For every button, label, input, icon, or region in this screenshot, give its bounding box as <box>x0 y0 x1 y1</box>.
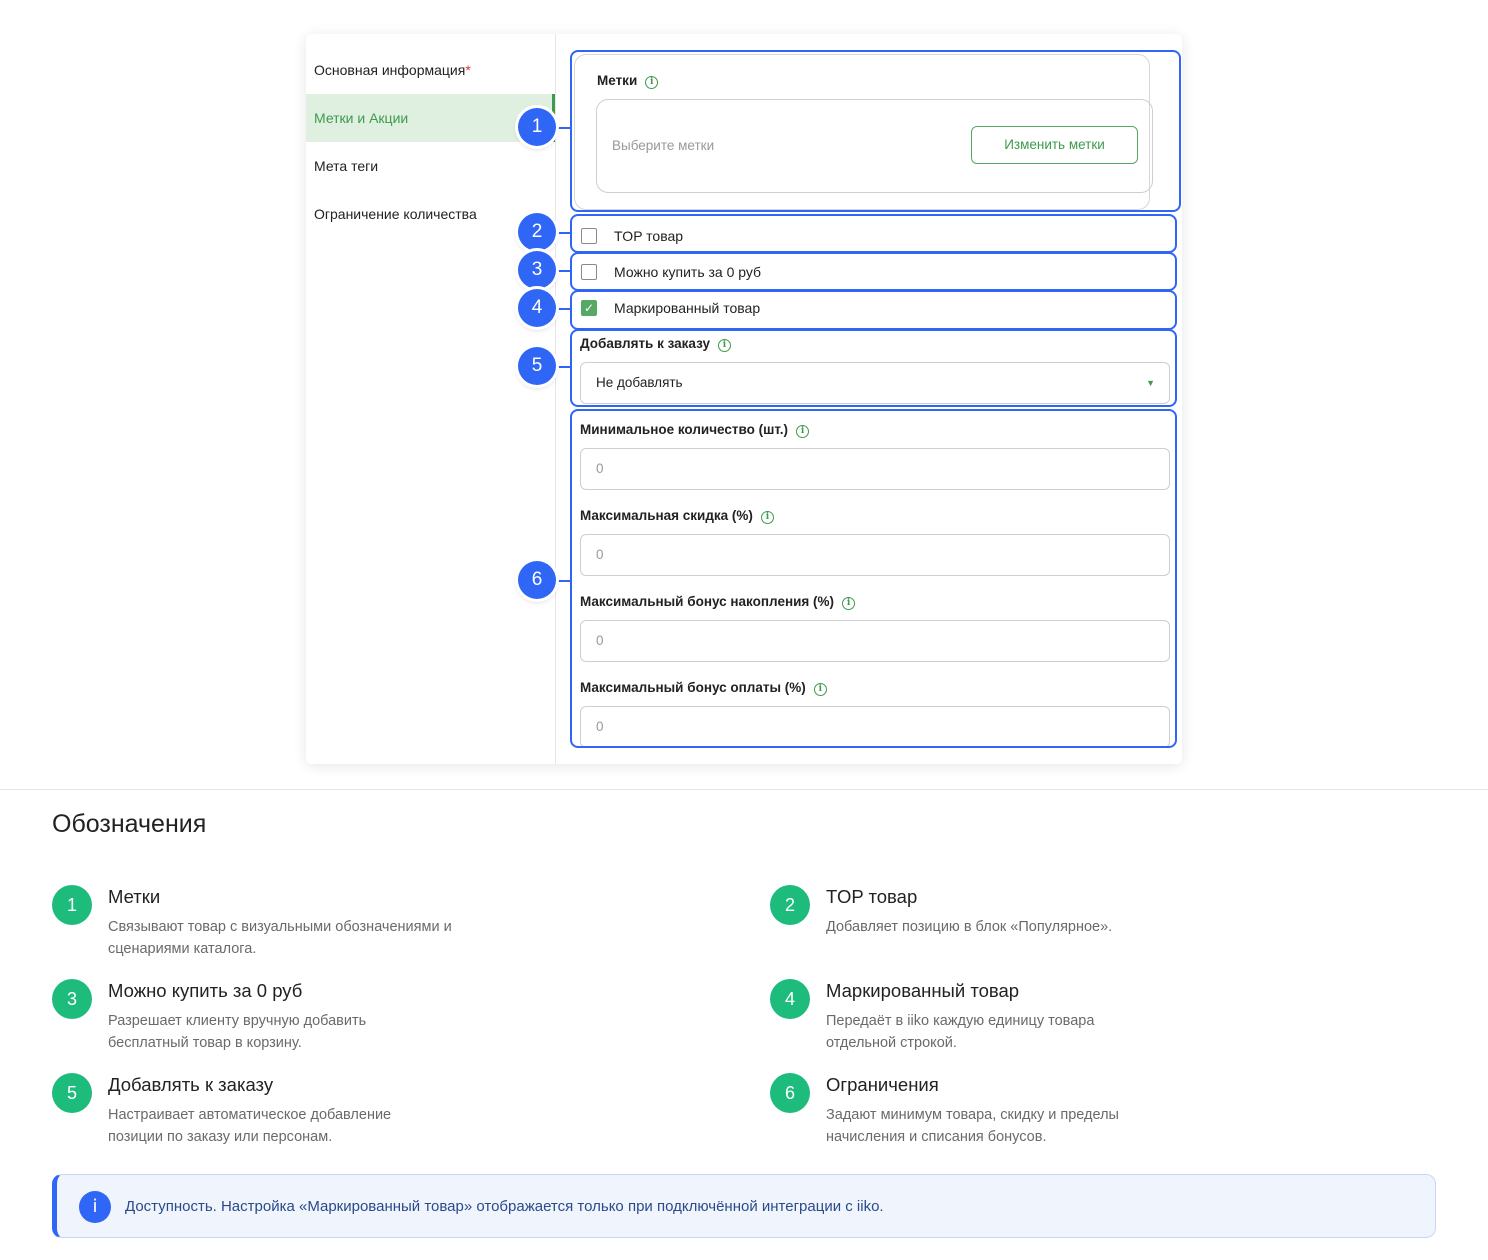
connector-6 <box>556 580 572 582</box>
legend-desc-5: Настраивает автоматическое добавление по… <box>108 1107 392 1145</box>
legend-badge-4: 4 <box>770 979 810 1019</box>
connector-3 <box>556 270 572 272</box>
sidebar-item-label: Метки и Акции <box>314 110 409 126</box>
legend-desc-4: Передаёт в iiko каждую единицу товара от… <box>826 1013 1095 1051</box>
sidebar-item-label: Основная информация <box>314 62 466 78</box>
sidebar-item-label: Мета теги <box>314 158 379 174</box>
highlight-top-item <box>570 214 1177 253</box>
highlight-tags <box>570 50 1181 212</box>
note-text: Доступность. Настройка «Маркированный то… <box>125 1198 884 1215</box>
connector-1 <box>556 127 572 129</box>
sidebar-item-tags-promotions[interactable]: Метки и Акции <box>306 94 555 142</box>
legend-title-5: Добавлять к заказу <box>108 1074 274 1095</box>
sidebar-item-main-info[interactable]: Основная информация* <box>306 46 555 94</box>
legend-badge-2: 2 <box>770 885 810 925</box>
info-icon: i <box>79 1191 111 1223</box>
highlight-free-buy <box>570 252 1177 291</box>
highlight-marked <box>570 290 1177 330</box>
legend-desc-3: Разрешает клиенту вручную добавить беспл… <box>108 1013 367 1051</box>
badge-5: 5 <box>518 347 556 385</box>
availability-note: i Доступность. Настройка «Маркированный … <box>52 1174 1436 1238</box>
legend-title-2: TOP товар <box>826 886 918 907</box>
legend-badge-5: 5 <box>52 1073 92 1113</box>
legend-title-3: Можно купить за 0 руб <box>108 980 303 1001</box>
legend-title-4: Маркированный товар <box>826 980 1020 1001</box>
legend-title-1: Метки <box>108 886 161 907</box>
legend-desc-2: Добавляет позицию в блок «Популярное». <box>826 919 1113 935</box>
badge-4: 4 <box>518 289 556 327</box>
connector-4 <box>556 308 572 310</box>
badge-3: 3 <box>518 251 556 289</box>
legend-title-6: Ограничения <box>826 1074 939 1095</box>
section-divider <box>0 789 1488 790</box>
legend-desc-6: Задают минимум товара, скидку и пределы … <box>826 1107 1119 1145</box>
legend-desc-1: Связывают товар с визуальными обозначени… <box>108 919 452 957</box>
connector-5 <box>556 366 572 368</box>
connector-2 <box>556 232 572 234</box>
badge-2: 2 <box>518 213 556 251</box>
legend-badge-6: 6 <box>770 1073 810 1113</box>
badge-1: 1 <box>518 108 556 146</box>
sidebar-item-meta-tags[interactable]: Мета теги <box>306 142 555 190</box>
legend-badge-1: 1 <box>52 885 92 925</box>
settings-sidebar: Основная информация* Метки и Акции Мета … <box>306 34 556 764</box>
highlight-limits <box>570 409 1177 748</box>
legend-title: Обозначения <box>52 810 207 838</box>
legend-badge-3: 3 <box>52 979 92 1019</box>
required-mark: * <box>465 62 471 78</box>
badge-6: 6 <box>518 561 556 599</box>
highlight-add-to-order <box>570 329 1177 407</box>
sidebar-item-label: Ограничение количества <box>314 206 477 222</box>
